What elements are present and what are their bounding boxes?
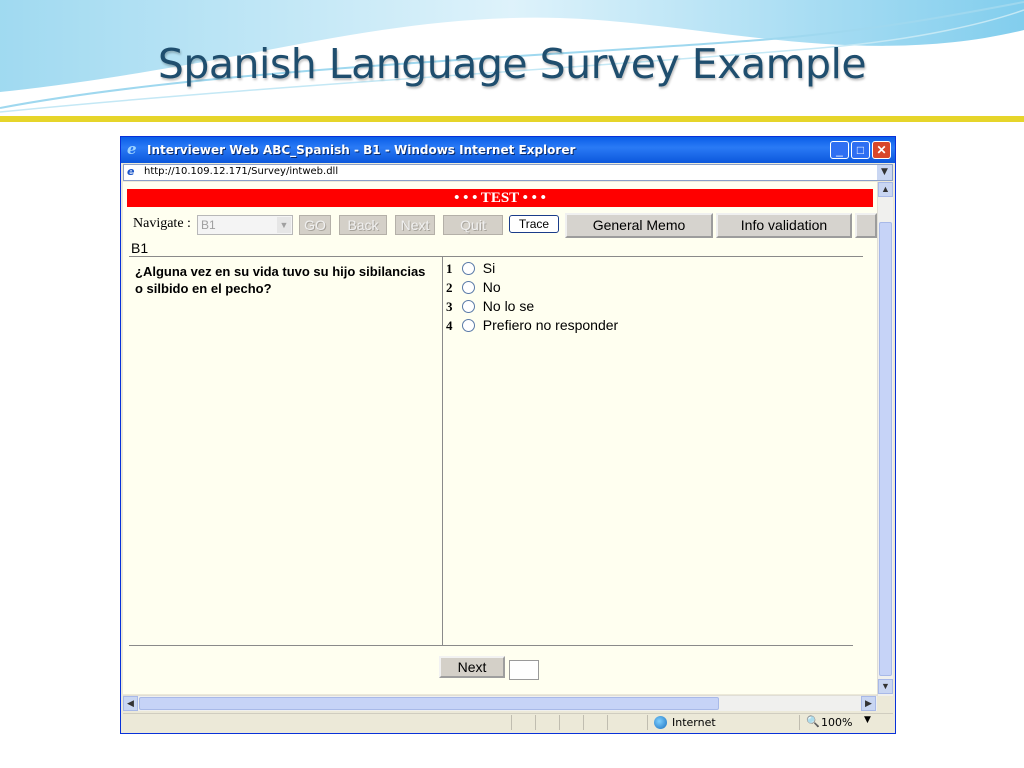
option-label: Prefiero no responder	[482, 317, 619, 333]
radio-button[interactable]	[461, 318, 475, 332]
status-divider	[647, 715, 648, 730]
zoom-dropdown-icon[interactable]: ▼	[864, 715, 871, 725]
scroll-right-icon[interactable]: ▶	[861, 696, 876, 711]
next-jump-input[interactable]	[509, 660, 539, 680]
option-number: 2	[446, 280, 453, 295]
option-label: No lo se	[482, 298, 535, 314]
option-4[interactable]: 4 Prefiero no responder	[446, 317, 618, 335]
status-divider	[535, 715, 536, 730]
status-divider	[583, 715, 584, 730]
back-button[interactable]: Back	[339, 215, 387, 235]
column-divider	[442, 257, 443, 645]
option-number: 3	[446, 299, 453, 314]
quit-button[interactable]: Quit	[443, 215, 503, 235]
general-memo-button[interactable]: General Memo	[565, 213, 713, 238]
page-icon: e	[127, 165, 135, 178]
page-content: • • • TEST • • • Navigate : B1 ▼ GO Back…	[123, 182, 877, 694]
option-label: No	[482, 279, 501, 295]
maximize-button[interactable]: □	[851, 141, 870, 159]
question-text: ¿Alguna vez en su vida tuvo su hijo sibi…	[135, 264, 426, 296]
scroll-down-icon[interactable]: ▼	[878, 679, 893, 694]
vertical-scrollbar[interactable]: ▲ ▼	[877, 182, 893, 696]
test-banner: • • • TEST • • •	[127, 189, 873, 207]
navigate-label: Navigate :	[133, 216, 191, 231]
status-divider	[511, 715, 512, 730]
security-zone: Internet	[672, 716, 716, 729]
window-titlebar[interactable]: e Interviewer Web ABC_Spanish - B1 - Win…	[121, 137, 895, 163]
status-bar: Internet 🔍 100% ▼	[123, 713, 893, 732]
question-id: B1	[131, 240, 149, 256]
more-tab-button[interactable]	[855, 213, 877, 238]
option-2[interactable]: 2 No	[446, 279, 501, 297]
address-bar[interactable]: e http://10.109.12.171/Survey/intweb.dll…	[123, 164, 893, 181]
vertical-scroll-thumb[interactable]	[879, 222, 892, 676]
option-number: 1	[446, 261, 453, 276]
option-1[interactable]: 1 Si	[446, 260, 495, 278]
status-divider	[559, 715, 560, 730]
option-label: Si	[482, 260, 496, 276]
status-divider	[607, 715, 608, 730]
radio-button[interactable]	[461, 261, 475, 275]
slide-title: Spanish Language Survey Example	[157, 40, 867, 88]
scroll-left-icon[interactable]: ◀	[123, 696, 138, 711]
option-3[interactable]: 3 No lo se	[446, 298, 534, 316]
navigate-select[interactable]: B1 ▼	[197, 215, 293, 235]
window-title: Interviewer Web ABC_Spanish - B1 - Windo…	[147, 143, 576, 157]
trace-button[interactable]: Trace	[509, 215, 559, 233]
chevron-down-icon: ▼	[277, 217, 291, 233]
info-validation-button[interactable]: Info validation	[716, 213, 852, 238]
ie-logo-icon: e	[127, 140, 137, 158]
browser-window: e Interviewer Web ABC_Spanish - B1 - Win…	[120, 136, 896, 734]
next-nav-button[interactable]: Next	[395, 215, 435, 235]
zoom-icon: 🔍	[806, 715, 820, 728]
zoom-level[interactable]: 100%	[821, 716, 852, 729]
horizontal-scrollbar[interactable]: ◀ ▶	[123, 695, 877, 711]
next-button[interactable]: Next	[439, 656, 505, 678]
top-divider	[129, 256, 863, 257]
minimize-button[interactable]: _	[830, 141, 849, 159]
close-button[interactable]: ✕	[872, 141, 891, 159]
radio-button[interactable]	[461, 280, 475, 294]
address-url[interactable]: http://10.109.12.171/Survey/intweb.dll	[144, 166, 338, 177]
horizontal-scroll-thumb[interactable]	[139, 697, 719, 710]
bottom-divider	[129, 645, 853, 646]
navigate-select-value: B1	[201, 218, 216, 232]
status-divider	[799, 715, 800, 730]
title-divider	[0, 116, 1024, 122]
scroll-up-icon[interactable]: ▲	[878, 182, 893, 197]
go-button[interactable]: GO	[299, 215, 331, 235]
radio-button[interactable]	[461, 299, 475, 313]
option-number: 4	[446, 318, 453, 333]
internet-globe-icon	[654, 716, 667, 729]
address-dropdown-icon[interactable]: ▼	[877, 165, 892, 180]
